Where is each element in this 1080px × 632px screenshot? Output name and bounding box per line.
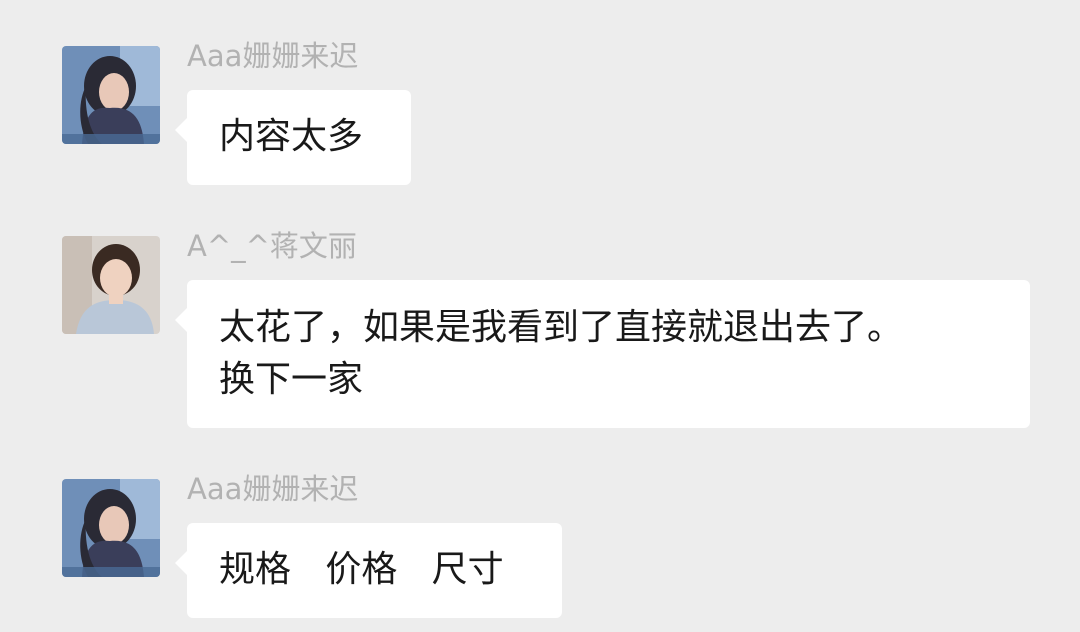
message-text-line: 换下一家 xyxy=(219,359,364,400)
message-bubble[interactable]: 内容太多 xyxy=(175,90,411,185)
message-text-line: 太花了，如果是我看到了直接就退出去了。 xyxy=(219,307,904,348)
sender-name: Aaa姗姗来迟 xyxy=(187,472,359,506)
avatar[interactable] xyxy=(62,236,160,334)
message-text: 内容太多 xyxy=(219,116,364,157)
chat-message-list: Aaa姗姗来迟 内容太多 A^_^蒋文丽 太花了，如果是我看到了直接就退出去了。… xyxy=(0,0,1080,632)
avatar-woman-long-hair-blue-bg-icon xyxy=(62,479,160,577)
sender-name: Aaa姗姗来迟 xyxy=(187,39,359,73)
avatar-woman-smiling-light-bg-icon xyxy=(62,236,160,334)
avatar[interactable] xyxy=(62,479,160,577)
avatar-woman-long-hair-blue-bg-icon xyxy=(62,46,160,144)
message-text: 规格 价格 尺寸 xyxy=(219,549,504,590)
sender-name: A^_^蒋文丽 xyxy=(187,229,357,263)
avatar[interactable] xyxy=(62,46,160,144)
message-bubble[interactable]: 太花了，如果是我看到了直接就退出去了。 换下一家 xyxy=(175,280,1030,428)
message-bubble[interactable]: 规格 价格 尺寸 xyxy=(175,523,562,618)
